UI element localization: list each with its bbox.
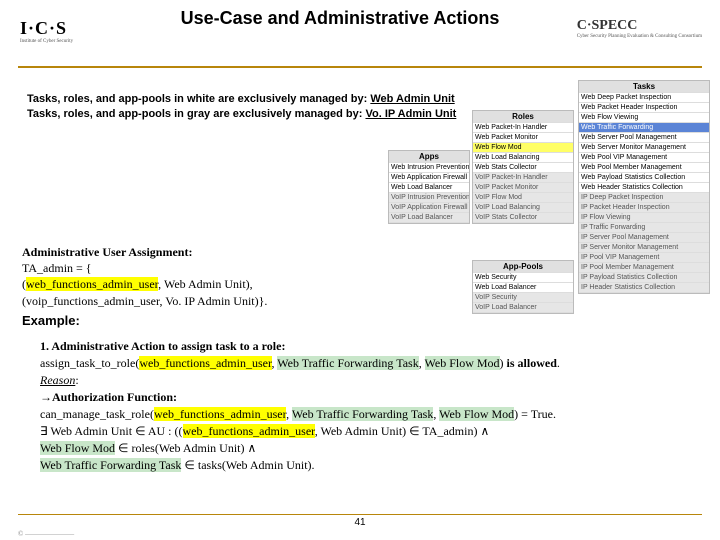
page-number: 41 [354,517,365,528]
footer: 41 [18,514,702,528]
example-body: 1. Administrative Action to assign task … [40,338,700,474]
management-note: Tasks, roles, and app-pools in white are… [27,92,456,123]
roles-column: RolesWeb Packet-In HandlerWeb Packet Mon… [472,110,574,224]
right-logo: C·SPECCCyber Security Planning Evaluatio… [577,18,702,39]
left-logo: I·C·SInstitute of Cyber Security [20,18,73,44]
slide-title: Use-Case and Administrative Actions [180,8,500,30]
app-pools-column: App-PoolsWeb SecurityWeb Load BalancerVo… [472,260,574,314]
admin-user-assignment: Administrative User Assignment: TA_admin… [22,244,267,309]
example-heading: Example: [22,313,80,328]
tasks-column: TasksWeb Deep Packet InspectionWeb Packe… [578,80,710,294]
title-rule [18,66,702,68]
apps-column: AppsWeb Intrusion PreventionWeb Applicat… [388,150,470,224]
copyright-smudge: © ——————— [18,530,74,538]
